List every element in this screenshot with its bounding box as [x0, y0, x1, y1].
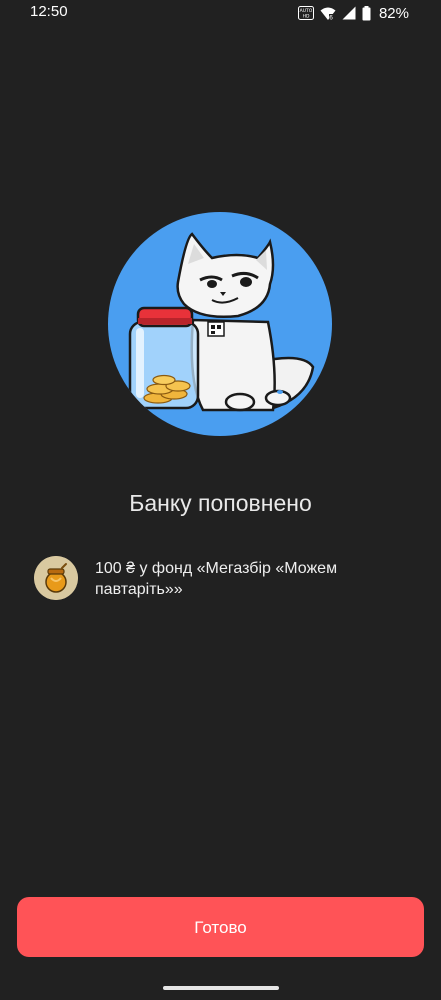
status-icons: AUTO HD 6 82% — [297, 3, 409, 23]
wifi-icon: 6 — [320, 7, 336, 21]
auto-hd-icon: AUTO HD — [297, 6, 314, 20]
cat-with-coin-jar-illustration — [108, 212, 332, 436]
svg-text:6: 6 — [329, 14, 333, 21]
done-button[interactable]: Готово — [17, 897, 424, 957]
status-time: 12:50 — [30, 3, 68, 20]
svg-text:AUTO: AUTO — [300, 8, 313, 14]
status-bar: 12:50 AUTO HD 6 82% — [0, 0, 441, 26]
battery-icon — [362, 5, 371, 20]
page-title: Банку поповнено — [129, 490, 312, 516]
home-indicator[interactable] — [163, 986, 279, 990]
fund-text: 100 ₴ у фонд «Мегазбір «Можем павтаріть»… — [95, 560, 338, 598]
svg-text:HD: HD — [303, 14, 310, 20]
battery-percent: 82% — [378, 4, 409, 22]
fund-row: 100 ₴ у фонд «Мегазбір «Можем павтаріть»… — [34, 556, 414, 602]
honey-pot-icon — [34, 556, 78, 600]
signal-icon — [342, 6, 356, 20]
